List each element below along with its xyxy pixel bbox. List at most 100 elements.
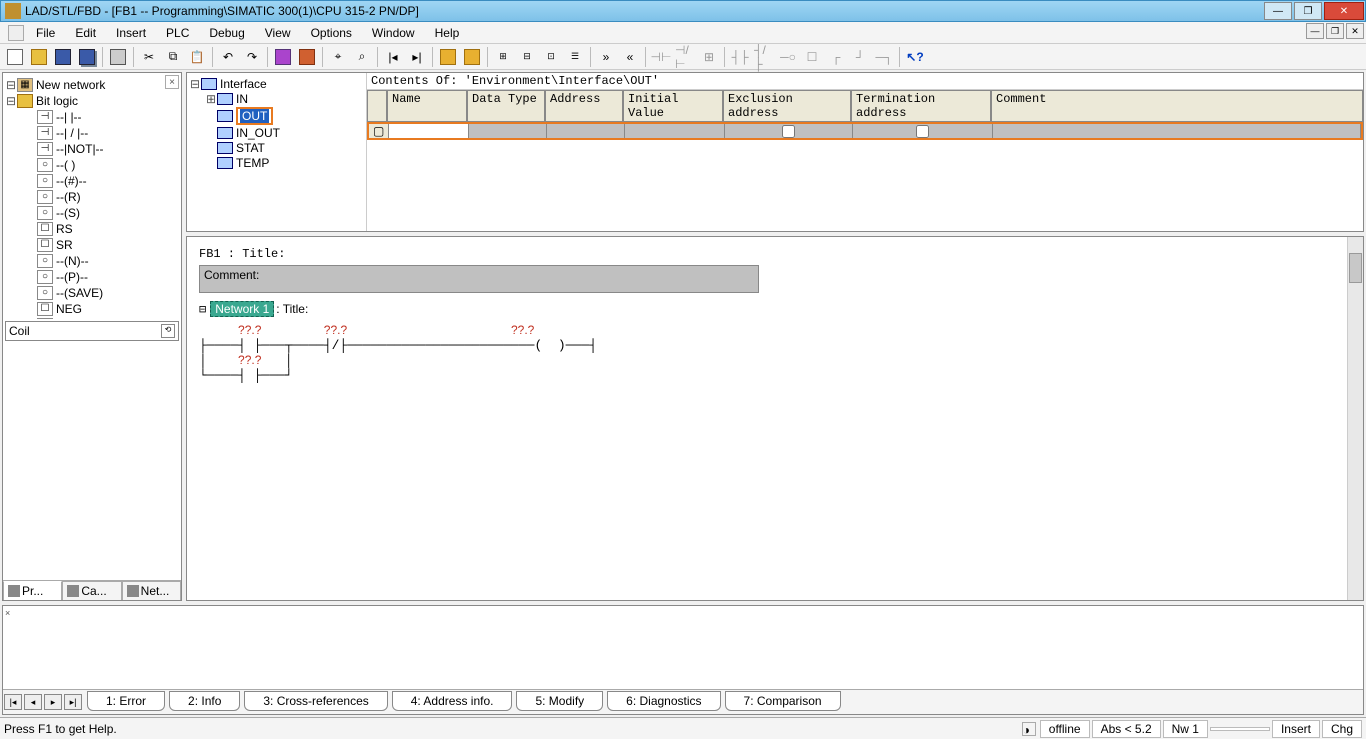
menu-view[interactable]: View — [255, 24, 301, 42]
col-type[interactable]: Data Type — [467, 90, 545, 122]
view-fbd-icon[interactable] — [461, 46, 483, 68]
excl-checkbox[interactable] — [782, 125, 795, 138]
item-hash[interactable]: --(#)-- — [56, 174, 87, 188]
cell-init[interactable] — [625, 124, 725, 138]
connect-icon[interactable]: ─┐ — [873, 46, 895, 68]
menu-plc[interactable]: PLC — [156, 24, 199, 42]
save-icon[interactable] — [52, 46, 74, 68]
block-props-icon[interactable]: ⊞ — [492, 46, 514, 68]
search-prev-icon[interactable]: « — [619, 46, 641, 68]
print-icon[interactable] — [107, 46, 129, 68]
tab-net[interactable]: Net... — [122, 581, 181, 600]
fb-title[interactable]: FB1 : Title: — [199, 247, 1357, 261]
node-stat[interactable]: STAT — [236, 141, 265, 155]
network-badge[interactable]: Network 1 — [210, 301, 274, 317]
undo-icon[interactable]: ↶ — [217, 46, 239, 68]
palette-status-button[interactable]: ⟲ — [161, 324, 175, 338]
item-save[interactable]: --(SAVE) — [56, 286, 103, 300]
item-not[interactable]: --|NOT|-- — [56, 142, 104, 156]
view-lad-icon[interactable] — [437, 46, 459, 68]
term-checkbox[interactable] — [916, 125, 929, 138]
node-inout[interactable]: IN_OUT — [236, 126, 280, 140]
col-name[interactable]: Name — [387, 90, 467, 122]
item-n[interactable]: --(N)-- — [56, 254, 89, 268]
mdi-minimize[interactable]: — — [1306, 23, 1324, 39]
item-pos[interactable]: POS — [56, 318, 81, 319]
bit-logic-folder[interactable]: Bit logic — [36, 94, 78, 108]
item-no[interactable]: --| |-- — [56, 110, 82, 124]
tab-program[interactable]: Pr... — [3, 581, 62, 600]
decl-row[interactable]: ▢ — [367, 122, 1363, 140]
col-term[interactable]: Termination address — [851, 90, 991, 122]
cell-name[interactable] — [389, 124, 469, 138]
tab-nav-last[interactable]: ▸| — [64, 694, 82, 710]
tab-diag[interactable]: 6: Diagnostics — [607, 691, 720, 711]
menu-file[interactable]: File — [26, 24, 65, 42]
cell-addr[interactable] — [547, 124, 625, 138]
cell-excl[interactable] — [725, 124, 853, 138]
network-left-icon[interactable]: |◂ — [382, 46, 404, 68]
tab-nav-next[interactable]: ▸ — [44, 694, 62, 710]
menu-debug[interactable]: Debug — [199, 24, 254, 42]
cell-term[interactable] — [853, 124, 993, 138]
save-all-icon[interactable] — [76, 46, 98, 68]
network-title-suffix[interactable]: : Title: — [276, 302, 308, 316]
copy-icon[interactable]: ⧉ — [162, 46, 184, 68]
col-excl[interactable]: Exclusion address — [723, 90, 851, 122]
mdi-close[interactable]: ✕ — [1346, 23, 1364, 39]
close-button[interactable]: ✕ — [1324, 2, 1364, 20]
paste-icon[interactable]: 📋 — [186, 46, 208, 68]
insert-box-icon[interactable]: ☐ — [801, 46, 823, 68]
monitor-icon[interactable] — [296, 46, 318, 68]
tab-nav-first[interactable]: |◂ — [4, 694, 22, 710]
interface-root[interactable]: Interface — [220, 77, 267, 91]
node-in[interactable]: IN — [236, 92, 248, 106]
tab-modify[interactable]: 5: Modify — [516, 691, 603, 711]
network-right-icon[interactable]: ▸| — [406, 46, 428, 68]
editor-scrollbar[interactable] — [1347, 237, 1363, 600]
menu-window[interactable]: Window — [362, 24, 425, 42]
new-network[interactable]: New network — [36, 78, 105, 92]
cut-icon[interactable]: ✂ — [138, 46, 160, 68]
menu-insert[interactable]: Insert — [106, 24, 156, 42]
item-neg[interactable]: NEG — [56, 302, 82, 316]
col-addr[interactable]: Address — [545, 90, 623, 122]
item-p[interactable]: --(P)-- — [56, 270, 88, 284]
interface-tree[interactable]: ⊟Interface ⊞IN OUT IN_OUT STAT TEMP — [187, 73, 367, 231]
ladder-diagram[interactable]: ??.? ??.? ??.? ├────┤ ├───┬────┤/├──────… — [199, 323, 1357, 383]
palette-close-icon[interactable]: × — [165, 75, 179, 89]
cell-comment[interactable] — [993, 124, 1361, 138]
download-icon[interactable] — [272, 46, 294, 68]
node-out[interactable]: OUT — [236, 107, 273, 125]
node-temp[interactable]: TEMP — [236, 156, 269, 170]
insert-no-icon[interactable]: ┤├ — [729, 46, 751, 68]
item-nc[interactable]: --| / |-- — [56, 126, 88, 140]
tab-compare[interactable]: 7: Comparison — [725, 691, 841, 711]
col-comment[interactable]: Comment — [991, 90, 1363, 122]
insert-empty-icon[interactable]: ⊞ — [698, 46, 720, 68]
col-init[interactable]: Initial Value — [623, 90, 723, 122]
item-rs[interactable]: RS — [56, 222, 73, 236]
redo-icon[interactable]: ↷ — [241, 46, 263, 68]
item-sr[interactable]: SR — [56, 238, 73, 252]
find-icon[interactable]: ⌕ — [351, 46, 373, 68]
block-props4-icon[interactable]: ☰ — [564, 46, 586, 68]
menu-options[interactable]: Options — [301, 24, 362, 42]
item-s[interactable]: --(S) — [56, 206, 80, 220]
insert-contact-icon[interactable]: ⊣⊢ — [650, 46, 672, 68]
branch-close-icon[interactable]: ┘ — [849, 46, 871, 68]
palette-tree[interactable]: ⊟▦New network ⊟Bit logic ⊣--| |-- ⊣--| /… — [3, 73, 181, 319]
output-close-icon[interactable]: × — [5, 608, 10, 618]
comment-box[interactable]: Comment: — [199, 265, 759, 293]
menu-help[interactable]: Help — [425, 24, 470, 42]
open-icon[interactable] — [28, 46, 50, 68]
tab-call[interactable]: Ca... — [62, 581, 121, 600]
tab-error[interactable]: 1: Error — [87, 691, 165, 711]
new-icon[interactable] — [4, 46, 26, 68]
insert-coil-icon[interactable]: ─○ — [777, 46, 799, 68]
goto-icon[interactable]: ⌖ — [327, 46, 349, 68]
mdi-restore[interactable]: ❐ — [1326, 23, 1344, 39]
search-next-icon[interactable]: » — [595, 46, 617, 68]
item-coil[interactable]: --( ) — [56, 158, 75, 172]
insert-nc-icon[interactable]: ┤/├ — [753, 46, 775, 68]
